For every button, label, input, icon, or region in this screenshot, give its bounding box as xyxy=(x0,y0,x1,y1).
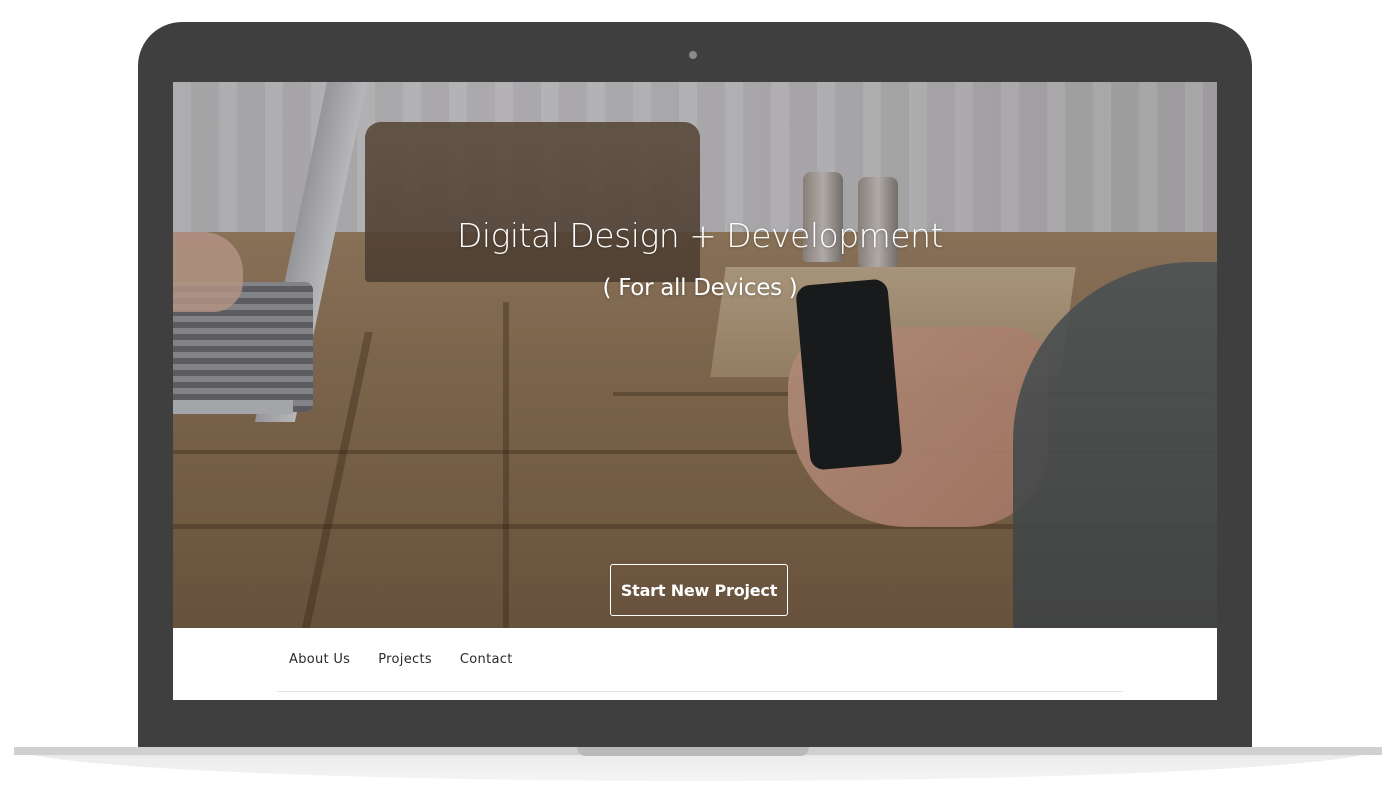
start-new-project-button[interactable]: Start New Project xyxy=(610,564,788,616)
hero-overlay xyxy=(173,82,1217,628)
nav-item-about-us[interactable]: About Us xyxy=(289,652,350,667)
hero-section: Digital Design + Development ( For all D… xyxy=(173,82,1217,628)
nav-item-contact[interactable]: Contact xyxy=(460,652,513,667)
laptop-notch xyxy=(577,747,809,756)
hero-subtitle: ( For all Devices ) xyxy=(602,275,798,301)
nav-item-projects[interactable]: Projects xyxy=(378,652,432,667)
main-nav: About Us Projects Contact xyxy=(277,628,1123,692)
laptop-screen: Digital Design + Development ( For all D… xyxy=(173,82,1217,700)
page: Digital Design + Development ( For all D… xyxy=(0,0,1400,796)
hero-title: Digital Design + Development xyxy=(457,216,943,255)
camera-dot xyxy=(689,51,697,59)
